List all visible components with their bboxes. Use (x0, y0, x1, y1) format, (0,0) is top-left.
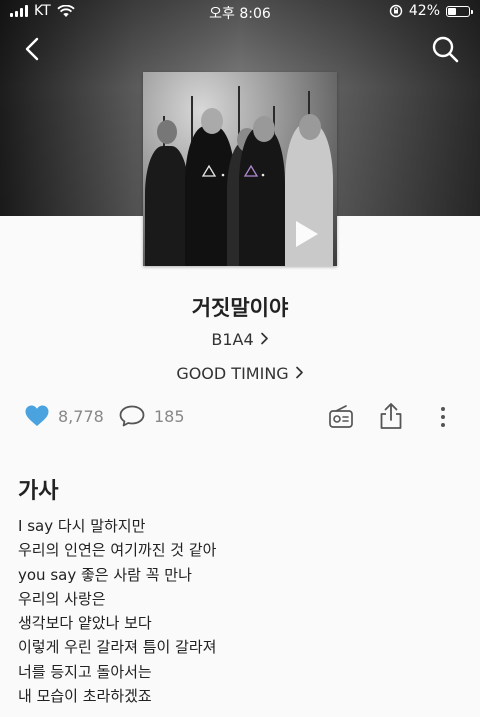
lyric-line: 우리의 사랑은 (18, 589, 106, 608)
battery-fill (448, 7, 456, 15)
comment-count: 185 (154, 406, 185, 426)
comment-icon (119, 405, 145, 427)
lyric-line: 생각보다 얕았나 보다 (18, 614, 152, 633)
status-bar: KT 오후 8:06 42% (0, 0, 480, 24)
share-icon (380, 403, 402, 429)
comment-button[interactable]: 185 (118, 404, 185, 428)
heart-icon (25, 405, 49, 426)
play-button[interactable] (287, 216, 323, 252)
lyric-line: I say 다시 말하지만 (18, 517, 146, 535)
lyrics-body: I say 다시 말하지만 우리의 인연은 여기까진 것 같아 you say … (18, 514, 458, 708)
more-icon (441, 407, 445, 427)
share-button[interactable] (378, 402, 404, 430)
radio-icon (329, 405, 353, 428)
action-bar: 8,778 185 (0, 400, 480, 434)
album-cover[interactable] (143, 72, 337, 266)
more-options-button[interactable] (433, 404, 453, 430)
search-button[interactable] (430, 34, 460, 64)
lyric-line: 너를 등지고 돌아서는 (18, 662, 152, 681)
radio-button[interactable] (328, 404, 354, 430)
album-logo-icon (201, 164, 265, 177)
chevron-right-icon (295, 366, 303, 379)
lyric-line: 이렇게 우린 갈라져 틈이 갈라져 (18, 638, 217, 657)
album-link[interactable]: GOOD TIMING (0, 364, 480, 383)
chevron-right-icon (260, 332, 268, 345)
song-title: 거짓말이야 (191, 296, 289, 320)
play-icon (296, 221, 318, 247)
album-name: GOOD TIMING (176, 364, 289, 383)
lyrics-heading: 가사 (18, 479, 59, 504)
artist-link[interactable]: B1A4 (0, 330, 480, 349)
like-count: 8,778 (58, 406, 104, 426)
orientation-lock-icon (389, 4, 403, 18)
battery-icon (446, 5, 473, 17)
lyric-line: you say 좋은 사람 꼭 만나 (18, 565, 192, 584)
lyric-line: 내 모습이 초라하겠죠 (18, 687, 152, 706)
lyric-line: 우리의 인연은 여기까진 것 같아 (18, 541, 217, 560)
chevron-left-icon (25, 37, 39, 61)
search-icon (432, 36, 459, 63)
battery-percent: 42% (408, 3, 440, 19)
artist-name: B1A4 (211, 330, 254, 349)
status-right: 42% (389, 3, 473, 19)
like-button[interactable]: 8,778 (24, 404, 104, 428)
back-button[interactable] (18, 34, 48, 64)
